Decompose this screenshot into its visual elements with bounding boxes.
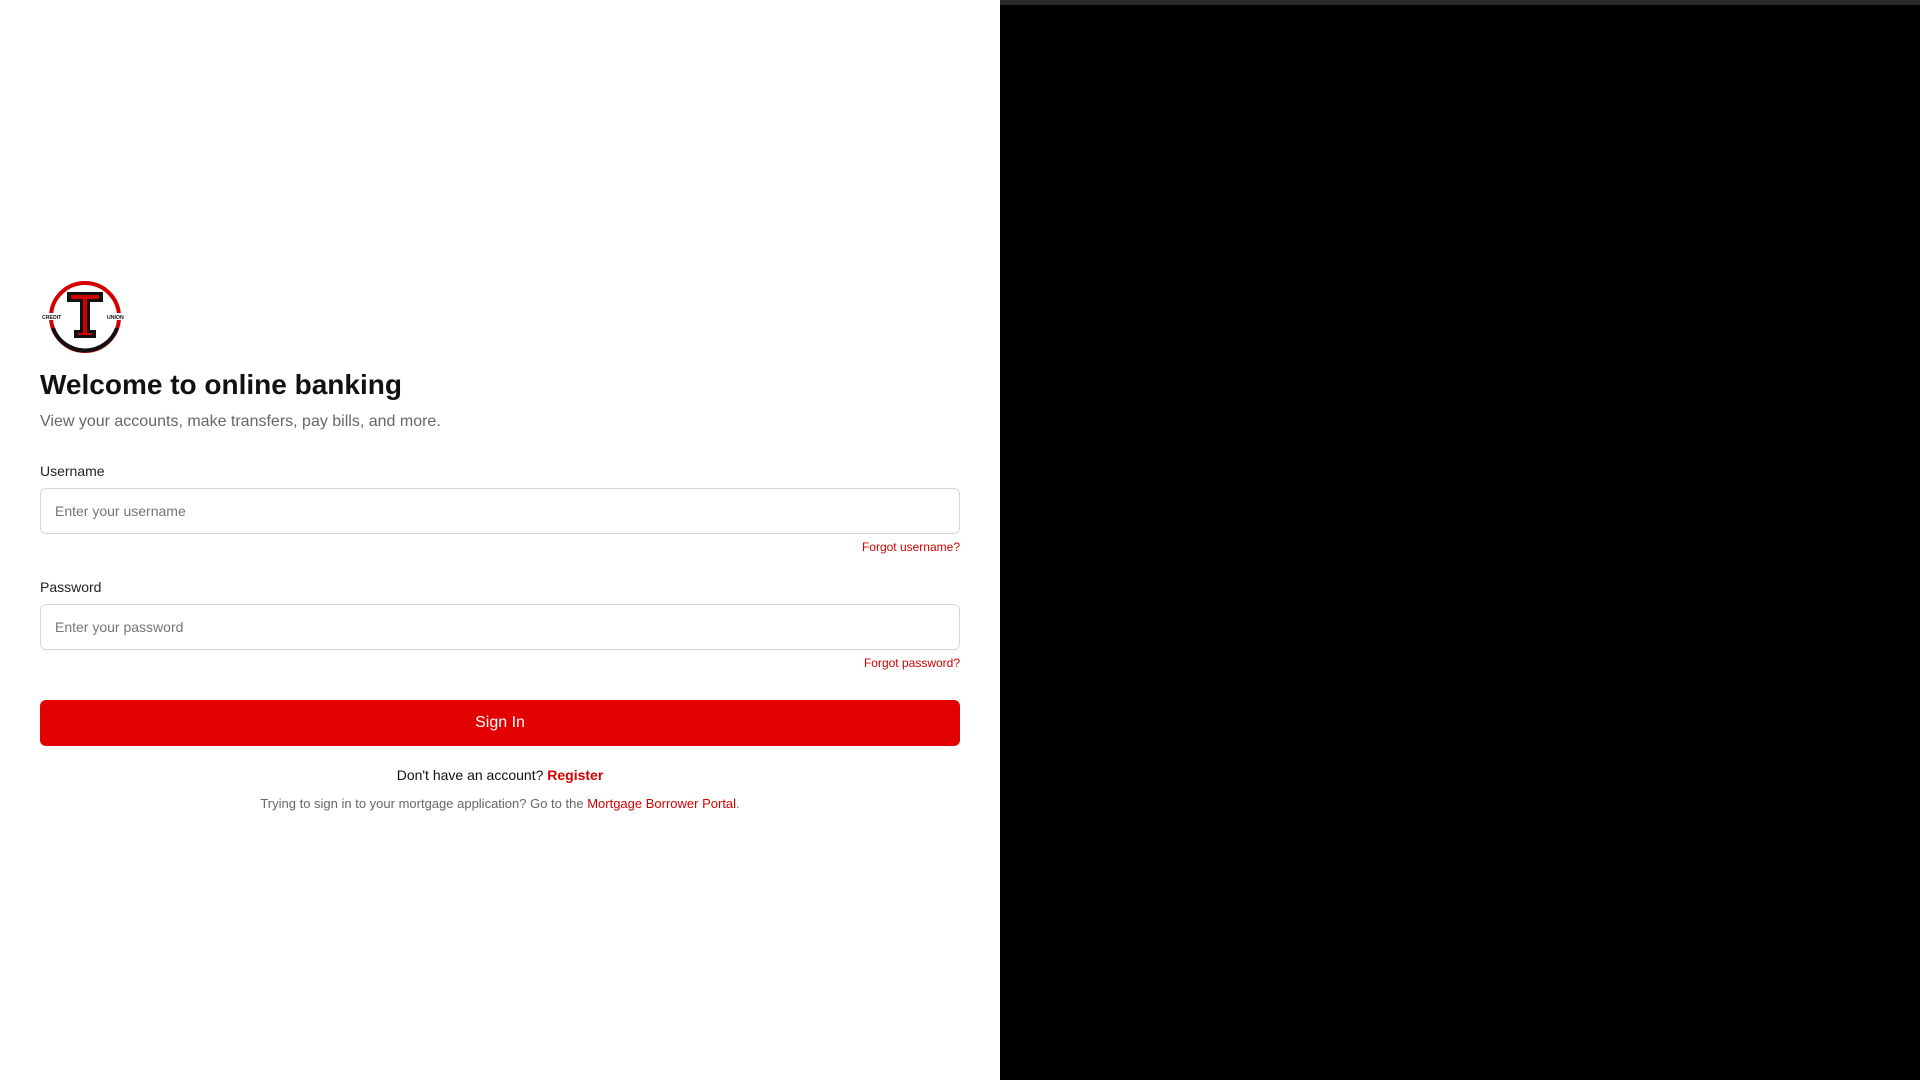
username-label: Username: [40, 463, 105, 479]
svg-text:CREDIT: CREDIT: [42, 315, 62, 321]
page-title: Welcome to online banking: [40, 369, 402, 400]
password-input[interactable]: [40, 604, 960, 650]
forgot-password-row: Forgot password?: [40, 656, 960, 670]
mortgage-portal-link[interactable]: Mortgage Borrower Portal: [587, 796, 736, 811]
mortgage-suffix: .: [736, 796, 740, 811]
forgot-username-link[interactable]: Forgot username?: [862, 540, 960, 554]
register-link[interactable]: Register: [547, 767, 603, 783]
forgot-password-link[interactable]: Forgot password?: [864, 656, 960, 670]
login-panel: CREDIT UNION Welcome to online banking V…: [0, 0, 1000, 1080]
sign-in-button[interactable]: Sign In: [40, 700, 960, 746]
hero-panel: [1000, 0, 1920, 1080]
login-form: CREDIT UNION Welcome to online banking V…: [40, 280, 960, 812]
svg-text:UNION: UNION: [107, 315, 124, 321]
forgot-username-row: Forgot username?: [40, 540, 960, 554]
mortgage-row: Trying to sign in to your mortgage appli…: [40, 796, 960, 812]
register-row: Don't have an account? Register: [40, 766, 960, 784]
username-input[interactable]: [40, 488, 960, 534]
mortgage-prompt: Trying to sign in to your mortgage appli…: [260, 796, 588, 811]
register-prompt: Don't have an account?: [396, 767, 548, 783]
login-page: CREDIT UNION Welcome to online banking V…: [0, 0, 1920, 1080]
password-label: Password: [40, 579, 102, 595]
page-subtitle: View your accounts, make transfers, pay …: [40, 413, 441, 430]
credit-union-logo: CREDIT UNION: [42, 281, 125, 353]
